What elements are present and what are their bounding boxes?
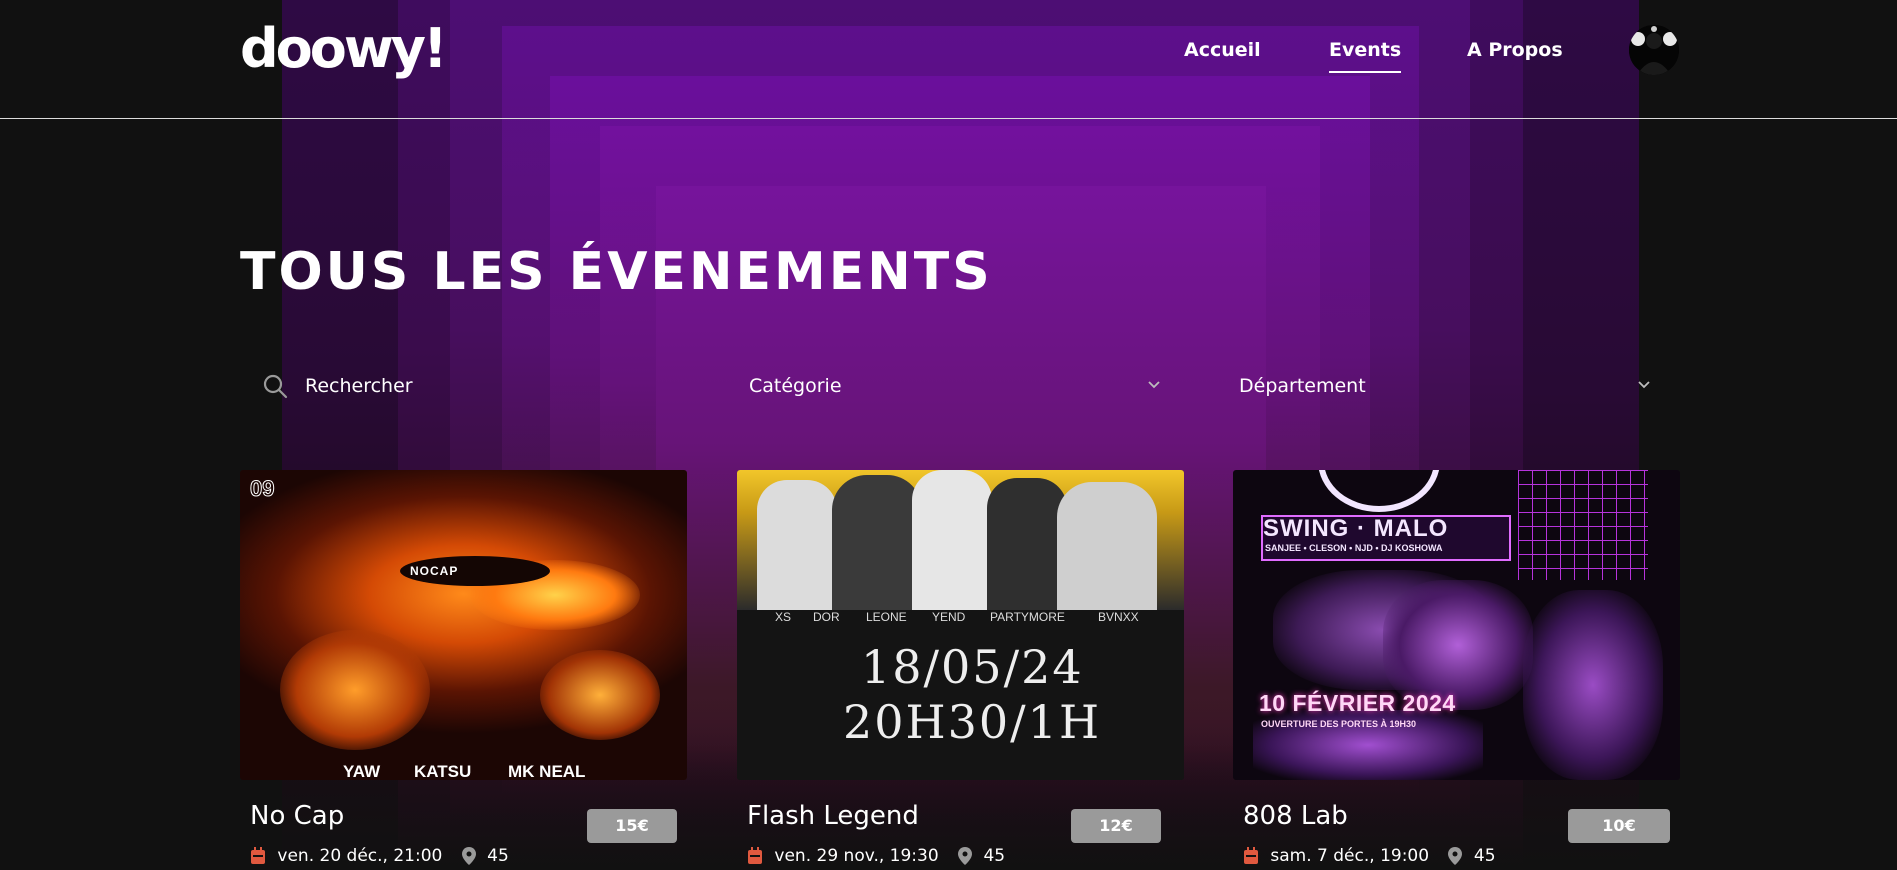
nav-link-accueil[interactable]: Accueil	[1184, 38, 1261, 62]
nav-link-a-propos[interactable]: A Propos	[1467, 38, 1563, 62]
poster-artist: DOR	[813, 610, 840, 624]
page-title: TOUS LES ÉVENEMENTS	[240, 242, 993, 302]
location-pin-icon	[461, 847, 476, 865]
poster-artist: BVNXX	[1098, 610, 1139, 624]
category-select-label: Catégorie	[749, 375, 842, 397]
event-date: sam. 7 déc., 19:00	[1270, 846, 1430, 866]
poster-date: 18/05/24	[861, 640, 1084, 694]
event-name[interactable]: 808 Lab	[1243, 800, 1348, 832]
poster-artist: XS	[775, 610, 792, 624]
event-name[interactable]: Flash Legend	[747, 800, 919, 832]
poster-artist: PARTYMORE	[990, 610, 1065, 624]
location-pin-icon	[1448, 847, 1463, 865]
poster-artist: YEND	[932, 610, 966, 624]
poster-subline: OUVERTURE DES PORTES À 19H30	[1261, 719, 1417, 729]
event-date: ven. 20 déc., 21:00	[277, 846, 443, 866]
top-nav-bar: doowy! Accueil Events A Propos	[0, 0, 1897, 119]
event-date: ven. 29 nov., 19:30	[774, 846, 939, 866]
event-meta: ven. 20 déc., 21:00 45	[250, 846, 509, 870]
poster-artist: LEONE	[866, 610, 907, 624]
search-input-placeholder: Rechercher	[305, 375, 413, 397]
calendar-icon	[1244, 847, 1258, 864]
event-poster[interactable]: XS DOR LEONE YEND PARTYMORE BVNXX 18/05/…	[737, 470, 1184, 780]
department-select-label: Département	[1239, 375, 1366, 397]
poster-artist: KATSU	[414, 762, 472, 780]
search-icon	[263, 374, 288, 399]
event-card-no-cap[interactable]: NOCAP 09 YAW KATSU MK NEAL No Cap 15€ ve…	[240, 470, 687, 870]
event-card-808-lab[interactable]: SWING · MALO SANJEE • CLESON • NJD • DJ …	[1233, 470, 1680, 870]
event-poster[interactable]: SWING · MALO SANJEE • CLESON • NJD • DJ …	[1233, 470, 1680, 780]
search-field[interactable]: Rechercher	[262, 366, 692, 406]
event-card-flash-legend[interactable]: XS DOR LEONE YEND PARTYMORE BVNXX 18/05/…	[737, 470, 1184, 870]
doowy-logo[interactable]: doowy!	[240, 22, 448, 76]
event-meta: sam. 7 déc., 19:00 45	[1243, 846, 1496, 870]
event-price-badge: 10€	[1568, 809, 1670, 843]
event-department: 45	[983, 846, 1006, 866]
event-poster[interactable]: NOCAP 09 YAW KATSU MK NEAL	[240, 470, 687, 780]
avatar-image	[1629, 25, 1679, 75]
department-select[interactable]: Département	[1239, 366, 1654, 406]
category-select[interactable]: Catégorie	[749, 366, 1164, 406]
calendar-icon	[748, 847, 762, 864]
poster-time: 20H30/1H	[843, 695, 1102, 749]
poster-event-date: 10 FÉVRIER 2024	[1259, 690, 1456, 716]
event-price-badge: 15€	[587, 809, 677, 843]
event-department: 45	[487, 846, 509, 866]
poster-artist: MK NEAL	[508, 762, 586, 780]
user-avatar[interactable]	[1629, 25, 1679, 75]
event-department: 45	[1473, 846, 1496, 866]
poster-lineup: SANJEE • CLESON • NJD • DJ KOSHOWA	[1265, 543, 1443, 553]
poster-headline: SWING · MALO	[1263, 515, 1449, 542]
calendar-icon	[251, 847, 265, 864]
event-price-badge: 12€	[1071, 809, 1161, 843]
event-name[interactable]: No Cap	[250, 800, 344, 832]
event-meta: ven. 29 nov., 19:30 45	[747, 846, 1005, 870]
chevron-down-icon	[1148, 381, 1160, 389]
poster-corner-number: 09	[249, 476, 275, 502]
poster-artist: YAW	[343, 762, 381, 780]
chevron-down-icon	[1638, 381, 1650, 389]
poster-logo-text: NOCAP	[410, 564, 459, 578]
nav-link-events[interactable]: Events	[1329, 38, 1402, 73]
location-pin-icon	[958, 847, 973, 865]
